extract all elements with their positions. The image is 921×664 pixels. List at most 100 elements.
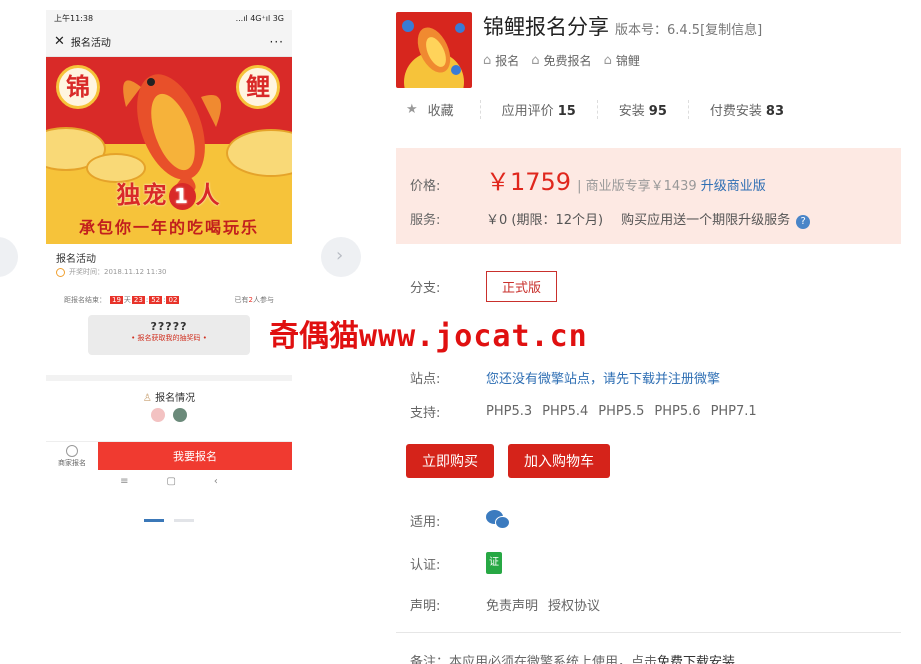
back-icon: ‹ [213,476,218,487]
watermark-url: www.jocat.cn [359,319,588,354]
price-row: 价格: ￥1759 | 商业版专享￥1439 升级商业版 [410,162,766,197]
poster-headline: 独宠 1 人 [46,175,292,210]
paid-installs-stat: 付费安装 83 [687,100,805,119]
reviews-label: 应用评价 [501,104,554,119]
favorite-button[interactable]: ★ 收藏 [406,100,480,119]
stats-bar: ★ 收藏 应用评价 15 安装 95 付费安装 83 [406,100,805,119]
installs-label: 安装 [618,104,645,119]
paid-installs-label: 付费安装 [709,104,762,119]
carousel-next-button[interactable] [321,237,361,277]
status-signal: ...ıl 4G⁺ıl 3G [235,14,284,23]
license-link[interactable]: 授权协议 [548,595,600,614]
statement-row: 声明: 免责声明 授权协议 [410,595,600,614]
tag-label: 免费报名 [543,54,592,68]
menu-icon: ≡ [120,476,129,487]
tag-icon: ⌂ [531,53,540,68]
help-icon[interactable]: ? [796,215,811,229]
countdown: 距报名结束： 19 天 23:52:02 [64,296,180,304]
poster-image: 锦 鲤 独宠 1 人 承包你一年的吃喝玩乐 [46,57,292,244]
clock-icon [56,267,65,277]
app-version[interactable]: 版本号：6.4.5[复制信息] [615,19,762,38]
branch-release-button[interactable]: 正式版 [486,271,558,302]
avatar [173,408,187,422]
site-row: 站点: 您还没有微擎站点，请先下载并注册微擎 [410,368,720,387]
home-icon: ▢ [166,476,176,487]
buy-now-button[interactable]: 立即购买 [406,444,494,478]
more-icon: ··· [269,34,284,49]
participants: 已有2人参与 [235,295,274,305]
php-version: PHP7.1 [710,404,757,419]
service-value: ￥0 (期限：12个月) [486,213,604,228]
installs-stat: 安装 95 [596,100,688,119]
php-version: PHP5.4 [542,404,589,419]
tag[interactable]: ⌂ 报名 [483,52,519,69]
carousel-dot-active[interactable] [144,519,164,522]
poster-char-left: 锦 [56,65,100,109]
koi-icon [402,20,465,88]
php-version-list: PHP5.3 PHP5.4 PHP5.5 PHP5.6 PHP7.1 [486,404,757,419]
people-icon: ♙ [142,393,152,404]
ticket-code: ????? [150,320,188,333]
note: 备注：本应用必须在微擎系统上使用，点击免费下载安装 [410,651,735,664]
lottery-ticket: ????? • 报名获取我的抽奖码 • [88,315,250,355]
site-label: 站点: [410,372,441,387]
register-site-link[interactable]: 您还没有微擎站点，请先下载并注册微擎 [486,368,720,387]
statement-label: 声明: [410,599,441,614]
countdown-seconds: 02 [166,296,180,304]
reviews-stat[interactable]: 应用评价 15 [479,100,597,119]
carousel-prev-button[interactable] [0,237,18,277]
participants-prefix: 已有 [234,296,249,304]
app-title-row: 锦鲤报名分享 版本号：6.4.5[复制信息] [483,11,762,41]
price-panel: 价格: ￥1759 | 商业版专享￥1439 升级商业版 服务: ￥0 (期限：… [396,148,901,244]
countdown-minutes: 52 [149,296,163,304]
merchant-signup-label: 商家报名 [58,459,86,467]
add-to-cart-button[interactable]: 加入购物车 [508,444,610,478]
participants-suffix: 人参与 [253,296,274,304]
watermark: 奇偶猫www.jocat.cn [269,311,588,355]
status-time: 上午11:38 [54,14,94,23]
phone-system-nav: ≡ ▢ ‹ [46,476,292,487]
ticket-note: • 报名获取我的抽奖码 • [131,334,207,342]
poster-char-right: 鲤 [236,65,280,109]
tag-label: 报名 [495,54,520,68]
poster-headline-part: 独宠 [116,181,169,209]
certified-badge-icon[interactable]: 证 [486,552,502,574]
phone-preview: 上午11:38 ...ıl 4G⁺ıl 3G ✕ 报名活动 ··· 锦 鲤 独宠… [46,10,292,500]
tag-icon: ⌂ [483,53,492,68]
activity-time: 开奖时间：2018.11.12 11:30 [46,267,292,277]
service-row: 服务: ￥0 (期限：12个月) 购买应用送一个期限升级服务 ? [410,209,811,229]
branch-label: 分支: [410,281,441,296]
php-version: PHP5.6 [654,404,701,419]
free-download-link[interactable]: 免费下载安装 [657,655,735,664]
activity-title: 报名活动 [56,254,96,265]
app-icon [396,12,472,88]
divider [396,632,901,633]
carousel-dot[interactable] [174,519,194,522]
countdown-row: 距报名结束： 19 天 23:52:02 已有2人参与 [46,277,292,309]
signups-section: ♙ 报名情况 [46,381,292,404]
signup-button[interactable]: 我要报名 [98,442,292,470]
tag[interactable]: ⌂ 免费报名 [531,52,591,69]
phone-title-bar: ✕ 报名活动 ··· [46,27,292,57]
signups-title: 报名情况 [155,393,196,404]
poster-subline: 承包你一年的吃喝玩乐 [78,218,259,237]
note-text: 备注：本应用必须在微擎系统上使用，点击 [410,655,658,664]
countdown-hours: 23 [131,296,145,304]
merchant-signup-button[interactable]: 商家报名 [46,442,98,470]
tag-label: 锦鲤 [615,54,640,68]
phone-page-title: 报名活动 [70,38,111,49]
tag-list: ⌂ 报名 ⌂ 免费报名 ⌂ 锦鲤 [483,52,640,69]
countdown-label: 距报名结束： [64,296,106,304]
phone-status-bar: 上午11:38 ...ıl 4G⁺ıl 3G [46,10,292,27]
carousel-indicator [144,519,194,522]
disclaimer-link[interactable]: 免责声明 [486,595,538,614]
price-value: ￥1759 [486,168,572,196]
tag[interactable]: ⌂ 锦鲤 [604,52,640,69]
cert-label: 认证: [410,557,441,573]
upgrade-business-link[interactable]: 升级商业版 [701,175,766,194]
phone-bottom-bar: 商家报名 我要报名 [46,441,292,470]
watermark-brand: 奇偶猫 [269,319,359,354]
poster-headline-number: 1 [168,183,196,210]
installs-count: 95 [648,104,667,119]
app-name: 锦鲤报名分享 [483,15,609,39]
